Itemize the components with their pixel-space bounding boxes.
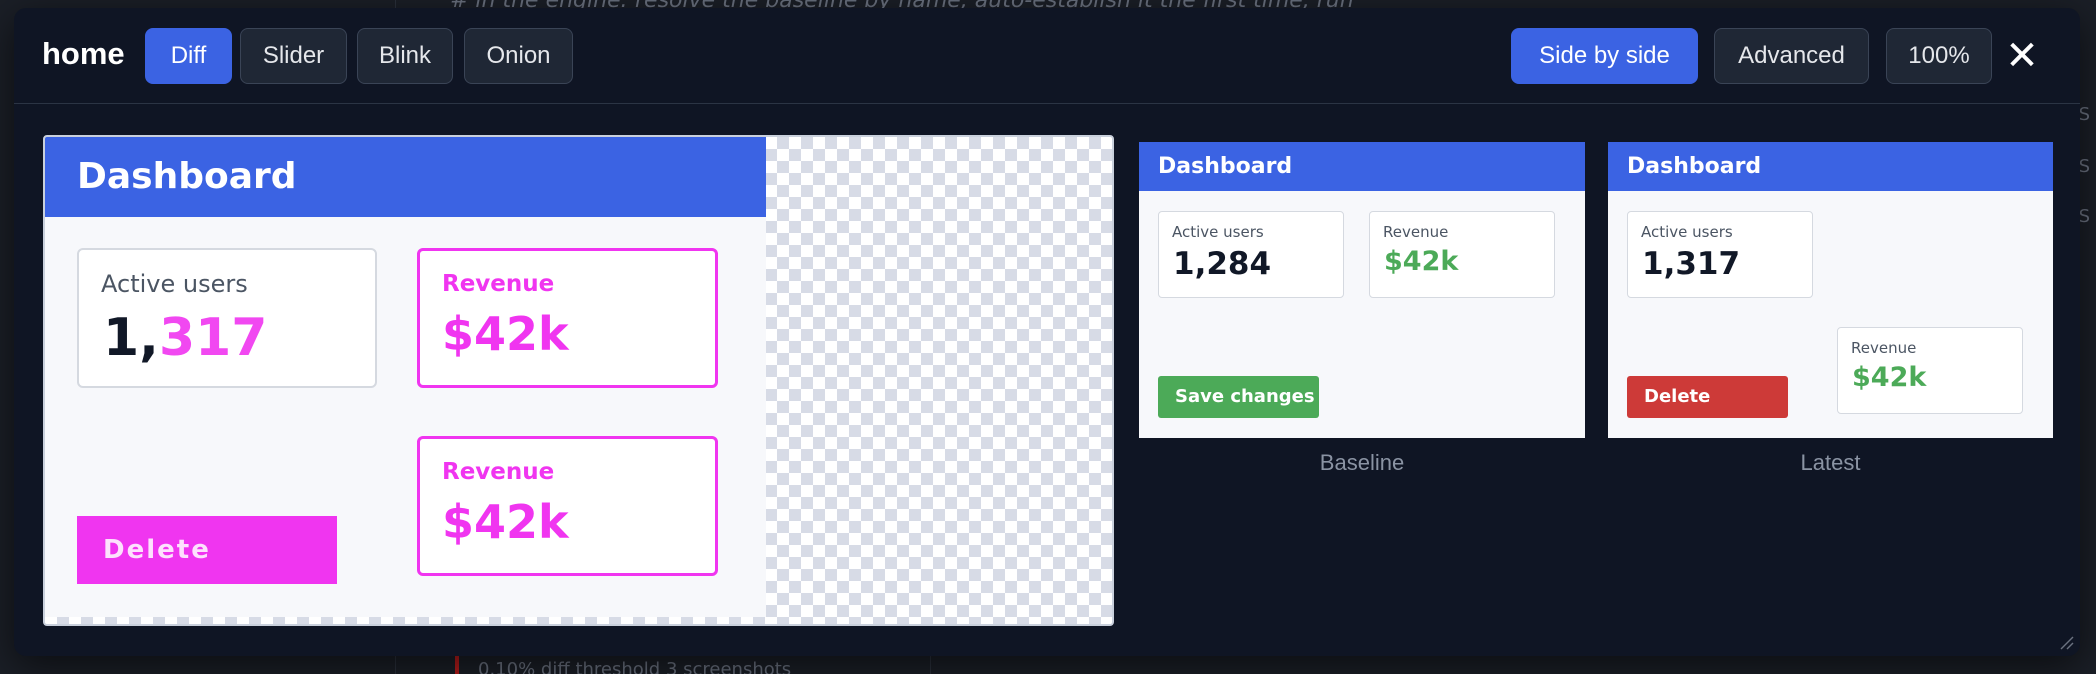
latest-revenue-value: $42k bbox=[1852, 362, 1927, 393]
resize-grip-icon[interactable] bbox=[2060, 636, 2074, 650]
baseline-save-button: Save changes bbox=[1158, 376, 1319, 418]
background-right-mark: S bbox=[2078, 104, 2090, 125]
close-icon[interactable]: ✕ bbox=[2000, 32, 2044, 80]
diff-revenue-label-moved: Revenue bbox=[442, 459, 555, 485]
baseline-active-users-value: 1,284 bbox=[1173, 246, 1272, 282]
side-by-side-button[interactable]: Side by side bbox=[1511, 28, 1698, 84]
diff-revenue-value-moved: $42k bbox=[442, 495, 569, 549]
advanced-button[interactable]: Advanced bbox=[1714, 28, 1869, 84]
mode-diff-button[interactable]: Diff bbox=[145, 28, 232, 84]
baseline-caption: Baseline bbox=[1319, 450, 1405, 475]
diff-viewer[interactable]: Dashboard Active users 1,317 Revenue $42… bbox=[43, 135, 1114, 626]
latest-active-users-card: Active users 1,317 bbox=[1627, 211, 1813, 298]
baseline-thumbnail[interactable]: Dashboard Active users 1,284 Revenue $42… bbox=[1139, 142, 1585, 438]
latest-caption: Latest bbox=[1800, 450, 1861, 475]
background-bottom-marker bbox=[455, 656, 459, 674]
latest-page-header: Dashboard bbox=[1608, 142, 2053, 191]
diff-active-users-label: Active users bbox=[101, 270, 248, 298]
baseline-page-header: Dashboard bbox=[1139, 142, 1585, 191]
diff-active-users-value: 1,317 bbox=[103, 308, 268, 368]
mode-onion-button[interactable]: Onion bbox=[464, 28, 573, 84]
diff-modal: home Diff Slider Blink Onion Side by sid… bbox=[14, 8, 2080, 656]
diff-active-users-card: Active users 1,317 bbox=[77, 248, 377, 388]
latest-active-users-label: Active users bbox=[1641, 223, 1733, 241]
latest-thumbnail[interactable]: Dashboard Active users 1,317 Revenue $42… bbox=[1608, 142, 2053, 438]
latest-revenue-label: Revenue bbox=[1851, 339, 1917, 357]
baseline-revenue-card: Revenue $42k bbox=[1369, 211, 1555, 298]
modal-header: home Diff Slider Blink Onion Side by sid… bbox=[14, 8, 2080, 104]
latest-active-users-value: 1,317 bbox=[1642, 246, 1741, 282]
baseline-active-users-label: Active users bbox=[1172, 223, 1264, 241]
diff-revenue-value: $42k bbox=[442, 307, 569, 361]
diff-revenue-card: Revenue $42k bbox=[417, 248, 718, 388]
diff-revenue-label: Revenue bbox=[442, 271, 555, 297]
diff-page-render: Dashboard Active users 1,317 Revenue $42… bbox=[45, 137, 766, 617]
baseline-active-users-card: Active users 1,284 bbox=[1158, 211, 1344, 298]
zoom-button[interactable]: 100% bbox=[1886, 28, 1992, 84]
mode-blink-button[interactable]: Blink bbox=[357, 28, 453, 84]
diff-page-header: Dashboard bbox=[45, 137, 766, 217]
diff-changed-digits: 317 bbox=[158, 308, 268, 368]
latest-revenue-card: Revenue $42k bbox=[1837, 327, 2023, 414]
screenshot-title: home bbox=[42, 36, 125, 71]
diff-revenue-card-moved: Revenue $42k bbox=[417, 436, 718, 576]
diff-button-changed: Delete bbox=[77, 516, 337, 584]
baseline-revenue-value: $42k bbox=[1384, 246, 1459, 277]
background-right-mark: S bbox=[2078, 206, 2090, 227]
background-right-mark: S bbox=[2078, 156, 2090, 177]
baseline-revenue-label: Revenue bbox=[1383, 223, 1449, 241]
latest-delete-button: Delete bbox=[1627, 376, 1788, 418]
mode-slider-button[interactable]: Slider bbox=[240, 28, 347, 84]
background-bottom-text: 0.10% diff threshold 3 screenshots bbox=[478, 659, 792, 674]
